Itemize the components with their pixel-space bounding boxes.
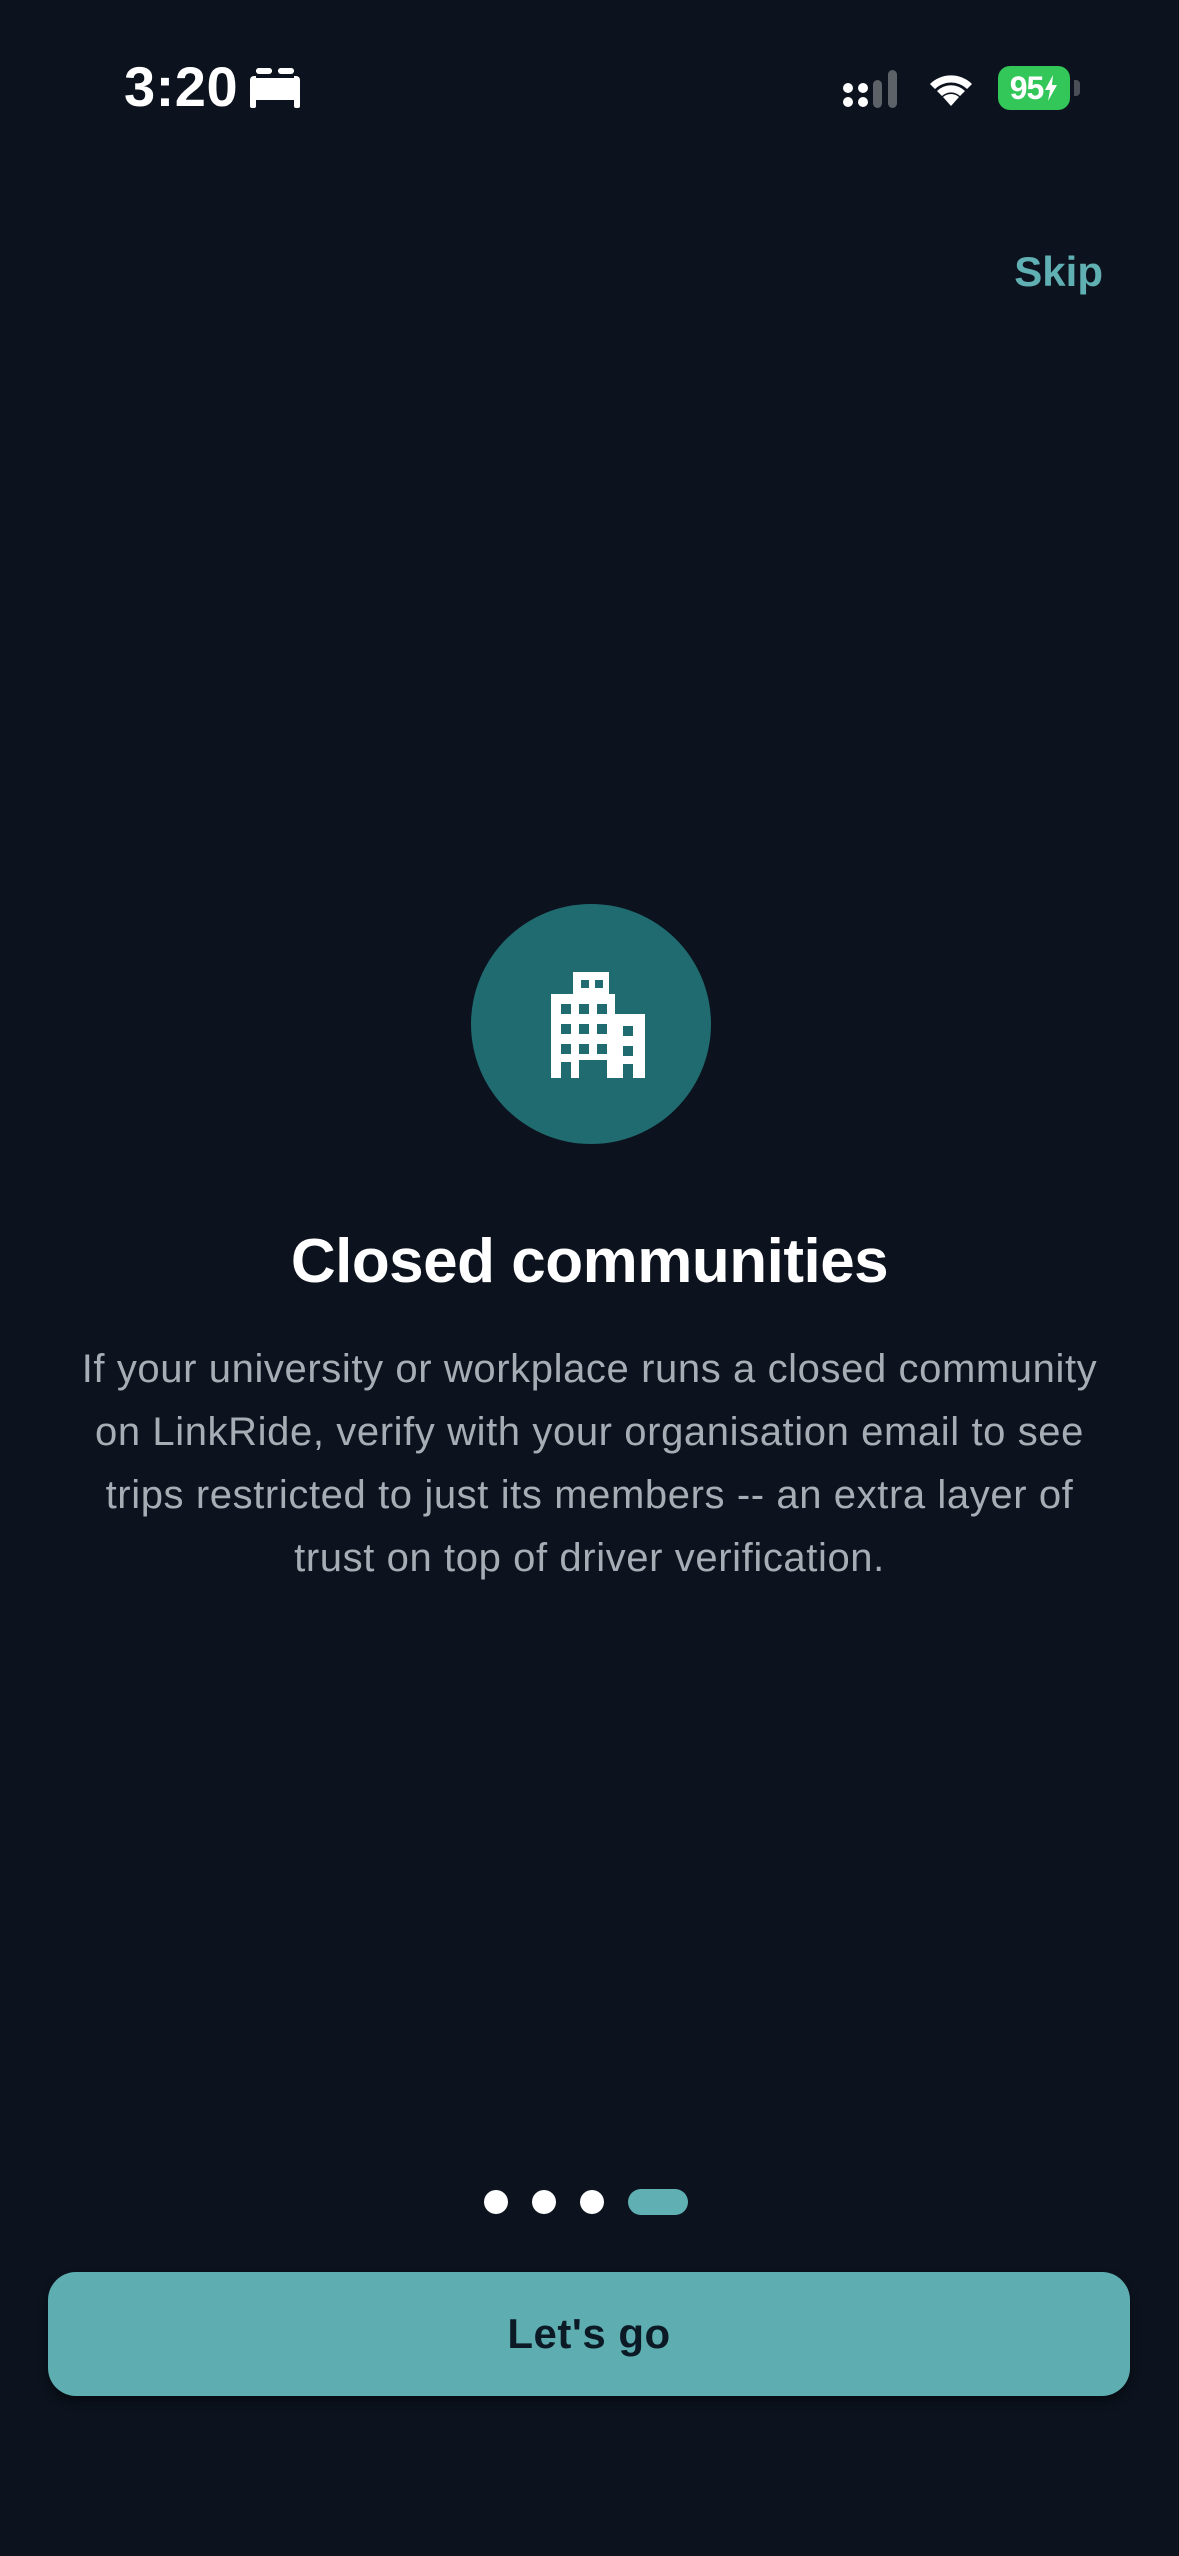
cellular-signal-icon — [843, 70, 897, 108]
bed-icon — [250, 68, 300, 108]
page-dot-2[interactable] — [532, 2190, 556, 2214]
wifi-icon — [930, 75, 972, 106]
battery-indicator: 95 — [998, 66, 1082, 110]
battery-cap — [1074, 80, 1080, 96]
slide-description: If your university or workplace runs a c… — [81, 1347, 1098, 1580]
page-indicator — [484, 2189, 688, 2215]
slide-illustration — [471, 904, 711, 1144]
lets-go-label: Let's go — [507, 2310, 671, 2357]
status-time: 3:20 — [124, 55, 239, 118]
charging-bolt-icon — [1045, 75, 1058, 101]
battery-level: 95 — [1009, 69, 1045, 106]
status-bar: 3:20 95 — [0, 0, 1179, 150]
lets-go-button[interactable]: Let's go — [48, 2272, 1130, 2396]
page-dot-3[interactable] — [580, 2190, 604, 2214]
building-icon — [551, 972, 645, 1078]
page-dot-4-active[interactable] — [628, 2189, 688, 2215]
page-dot-1[interactable] — [484, 2190, 508, 2214]
skip-button[interactable]: Skip — [1014, 244, 1103, 300]
slide-title: Closed communities — [290, 1227, 889, 1296]
